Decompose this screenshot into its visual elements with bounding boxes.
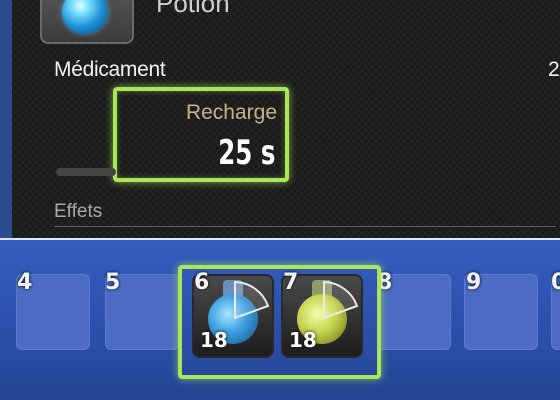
section-divider <box>54 226 556 227</box>
item-tooltip: Potion Médicament 2/ Recharge 25 s Effet… <box>0 0 560 238</box>
item-name: Potion <box>156 0 230 18</box>
stack-count: 2/ <box>548 58 560 81</box>
slot-key-label: 4 <box>17 270 33 295</box>
slot-key-label: 0 <box>551 270 560 295</box>
recast-value: 25 s <box>217 133 275 173</box>
progress-track <box>56 168 116 176</box>
recast-highlight: Recharge 25 s <box>113 87 289 182</box>
hotbar-highlight <box>178 265 381 379</box>
recast-label: Recharge <box>185 101 277 124</box>
blue-potion-orb-icon <box>62 0 108 34</box>
slot-key-label: 9 <box>466 270 482 295</box>
item-category: Médicament <box>54 58 166 81</box>
slot-key-label: 5 <box>105 270 121 295</box>
item-icon-frame <box>40 0 134 44</box>
effects-section-title: Effets <box>54 201 103 222</box>
hotbar: 4 5 18 6 18 7 8 9 0 <box>0 238 560 400</box>
